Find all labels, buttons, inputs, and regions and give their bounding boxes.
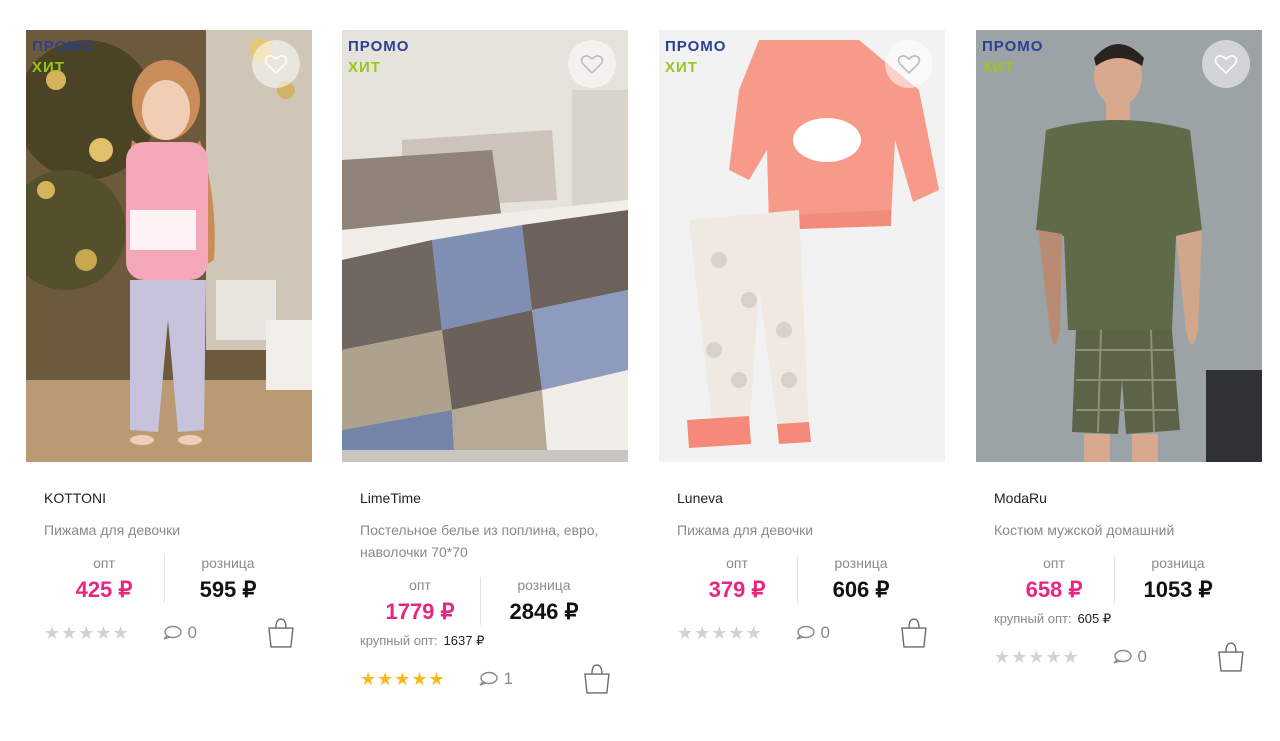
comments-value: 1 [503, 669, 513, 688]
cart-icon[interactable] [1216, 641, 1246, 673]
favorite-button[interactable] [568, 40, 616, 88]
retail-price: 1053 ₽ [1143, 577, 1213, 602]
bulk-label: крупный опт: [360, 633, 438, 648]
product-title[interactable]: Пижама для девочки [677, 519, 929, 541]
card-footer: ★★★★★ 0 [677, 615, 929, 651]
opt-price-column: опт 379 ₽ [677, 555, 797, 603]
price-block: опт 425 ₽ розница 595 ₽ [44, 555, 296, 603]
product-brand[interactable]: KOTTONI [44, 490, 296, 506]
opt-price: 658 ₽ [1025, 577, 1083, 602]
promo-badge: ПРОМО [665, 38, 727, 55]
heart-icon [580, 55, 604, 75]
retail-price-column: розница 1053 ₽ [1114, 555, 1241, 603]
card-footer: ★★★★★ 1 [360, 661, 612, 697]
card-footer: ★★★★★ 0 [44, 615, 296, 651]
heart-icon [897, 55, 921, 75]
favorite-button[interactable] [885, 40, 933, 88]
comments-value: 0 [187, 623, 197, 642]
price-block: опт 658 ₽ розница 1053 ₽ [994, 555, 1246, 603]
product-card[interactable]: ПРОМО ХИТ LimeTime Постельное белье из п… [342, 30, 630, 697]
bulk-price-row: крупный опт: 1637 ₽ [360, 633, 612, 649]
opt-price: 425 ₽ [75, 577, 133, 602]
retail-price: 595 ₽ [199, 577, 257, 602]
bulk-price: 1637 ₽ [443, 633, 485, 648]
retail-label: розница [1151, 555, 1205, 571]
hit-badge: ХИТ [665, 59, 698, 76]
product-brand[interactable]: ModaRu [994, 490, 1246, 506]
bulk-price: 605 ₽ [1077, 611, 1112, 626]
opt-price: 379 ₽ [708, 577, 766, 602]
product-title[interactable]: Пижама для девочки [44, 519, 296, 541]
opt-price: 1779 ₽ [385, 599, 455, 624]
heart-icon [264, 55, 288, 75]
cart-icon[interactable] [582, 663, 612, 695]
girl-pajama-set-photo [659, 30, 945, 462]
bulk-price-row: крупный опт: 605 ₽ [994, 611, 1246, 627]
girl-pajama-photo [26, 30, 312, 462]
hit-badge: ХИТ [348, 59, 381, 76]
opt-label: опт [93, 555, 115, 571]
promo-badge: ПРОМО [32, 38, 94, 55]
product-title[interactable]: Костюм мужской домашний [994, 519, 1246, 541]
product-card[interactable]: ПРОМО ХИТ KOTTONI Пижама для девочки опт… [26, 30, 314, 651]
comment-icon [479, 671, 498, 686]
favorite-button[interactable] [252, 40, 300, 88]
rating-stars[interactable]: ★★★★★ [677, 623, 795, 644]
retail-label: розница [201, 555, 255, 571]
retail-label: розница [517, 577, 571, 593]
retail-price-column: розница 595 ₽ [164, 555, 291, 603]
comments-count[interactable]: 0 [795, 623, 900, 643]
comments-value: 0 [820, 623, 830, 642]
product-brand[interactable]: Luneva [677, 490, 929, 506]
promo-badge: ПРОМО [348, 38, 410, 55]
heart-icon [1214, 55, 1238, 75]
product-brand[interactable]: LimeTime [360, 490, 612, 506]
opt-price-column: опт 425 ₽ [44, 555, 164, 603]
product-title[interactable]: Постельное белье из поплина, евро, навол… [360, 519, 612, 563]
comment-icon [796, 625, 815, 640]
favorite-button[interactable] [1202, 40, 1250, 88]
promo-badge: ПРОМО [982, 38, 1044, 55]
retail-price: 606 ₽ [832, 577, 890, 602]
bedding-photo [342, 30, 628, 462]
retail-price-column: розница 606 ₽ [797, 555, 924, 603]
product-image[interactable]: ПРОМО ХИТ [342, 30, 628, 462]
cart-icon[interactable] [266, 617, 296, 649]
comments-count[interactable]: 0 [1112, 647, 1217, 667]
rating-stars[interactable]: ★★★★★ [994, 647, 1112, 668]
retail-label: розница [834, 555, 888, 571]
opt-price-column: опт 658 ₽ [994, 555, 1114, 603]
product-card[interactable]: ПРОМО ХИТ Luneva Пижама для девочки опт … [659, 30, 947, 651]
card-footer: ★★★★★ 0 [994, 639, 1246, 675]
opt-price-column: опт 1779 ₽ [360, 577, 480, 625]
mens-homewear-photo [976, 30, 1262, 462]
comment-icon [1113, 649, 1132, 664]
hit-badge: ХИТ [32, 59, 65, 76]
opt-label: опт [409, 577, 431, 593]
product-image[interactable]: ПРОМО ХИТ [659, 30, 945, 462]
opt-label: опт [1043, 555, 1065, 571]
product-grid: ПРОМО ХИТ KOTTONI Пижама для девочки опт… [0, 0, 1280, 741]
product-image[interactable]: ПРОМО ХИТ [26, 30, 312, 462]
comment-icon [163, 625, 182, 640]
rating-stars[interactable]: ★★★★★ [44, 623, 162, 644]
price-block: опт 379 ₽ розница 606 ₽ [677, 555, 929, 603]
price-block: опт 1779 ₽ розница 2846 ₽ [360, 577, 612, 625]
bulk-label: крупный опт: [994, 611, 1072, 626]
retail-price-column: розница 2846 ₽ [480, 577, 607, 625]
cart-icon[interactable] [899, 617, 929, 649]
product-image[interactable]: ПРОМО ХИТ [976, 30, 1262, 462]
comments-value: 0 [1137, 647, 1147, 666]
hit-badge: ХИТ [982, 59, 1015, 76]
comments-count[interactable]: 1 [478, 669, 583, 689]
opt-label: опт [726, 555, 748, 571]
retail-price: 2846 ₽ [509, 599, 579, 624]
comments-count[interactable]: 0 [162, 623, 267, 643]
product-card[interactable]: ПРОМО ХИТ ModaRu Костюм мужской домашний… [976, 30, 1264, 675]
rating-stars[interactable]: ★★★★★ [360, 669, 478, 690]
